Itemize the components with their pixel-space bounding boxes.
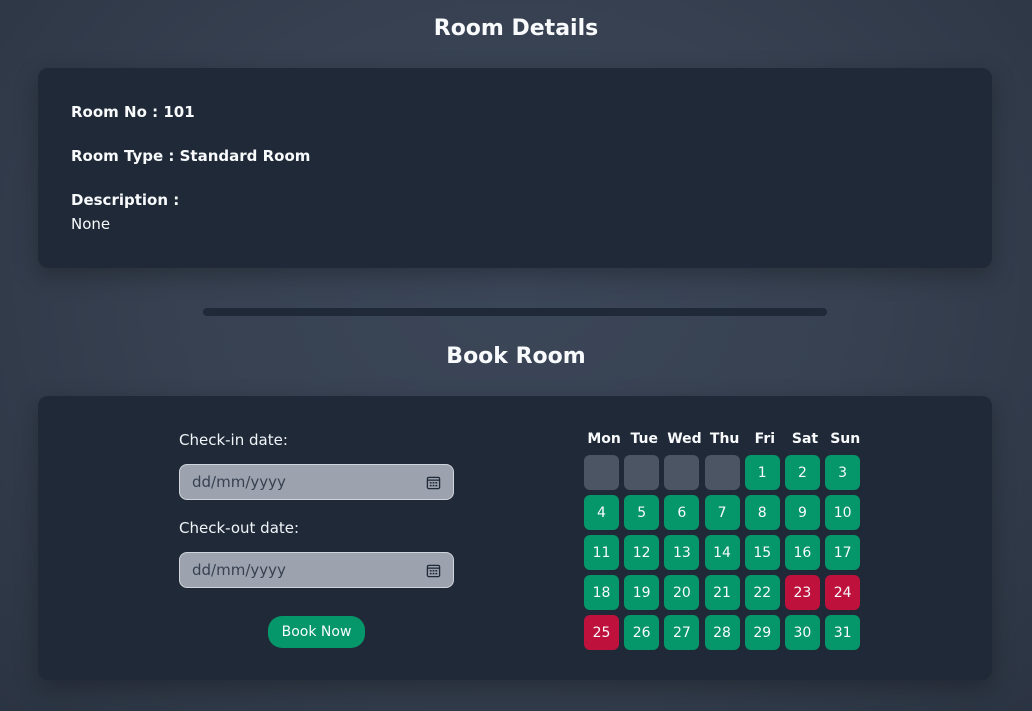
calendar-day-available[interactable]: 27 [664,615,700,650]
room-type: Room Type : Standard Room [71,147,311,165]
weekday-mon: Mon [587,431,621,447]
description-value: None [71,215,111,233]
checkin-placeholder: dd/mm/yyyy [192,473,286,491]
calendar-day-booked[interactable]: 23 [784,575,820,610]
calendar-day-available[interactable]: 26 [624,615,660,650]
book-now-button[interactable]: Book Now [268,616,365,648]
calendar-day-available[interactable]: 6 [664,495,700,530]
calendar-day-available[interactable]: 11 [584,535,619,570]
calendar-day-available[interactable]: 13 [664,535,700,570]
checkin-label: Check-in date: [179,431,288,449]
calendar-day-available[interactable]: 15 [744,535,780,570]
calendar-day-available[interactable]: 5 [624,495,660,530]
calendar-day-available[interactable]: 9 [784,495,820,530]
weekday-sat: Sat [791,431,819,447]
calendar-day-available[interactable]: 3 [825,455,861,490]
weekday-wed: Wed [667,431,702,447]
calendar-day-available[interactable]: 21 [704,575,740,610]
calendar-empty-cell [664,455,700,490]
calendar-day-available[interactable]: 4 [584,495,619,530]
calendar-day-available[interactable]: 20 [664,575,700,610]
calendar-icon[interactable] [426,475,441,490]
calendar-day-available[interactable]: 22 [744,575,780,610]
checkin-date-input[interactable]: dd/mm/yyyy [179,464,454,500]
calendar-day-available[interactable]: 17 [825,535,861,570]
calendar-grid: 1 2 3 4 5 6 7 8 9 10 11 12 13 14 15 16 17 18 19 20 21 22 23 24 2… [584,455,864,650]
calendar-day-available[interactable]: 10 [825,495,861,530]
calendar-day-available[interactable]: 31 [825,615,861,650]
weekday-tue: Tue [630,431,659,447]
calendar-empty-cell [584,455,619,490]
calendar-day-available[interactable]: 12 [624,535,660,570]
checkout-label: Check-out date: [179,519,300,537]
calendar-empty-cell [704,455,740,490]
checkout-date-input[interactable]: dd/mm/yyyy [179,552,454,588]
calendar-day-available[interactable]: 16 [784,535,820,570]
calendar-day-available[interactable]: 14 [704,535,740,570]
calendar-weekday-header: Mon Tue Wed Thu Fri Sat Sun [584,430,864,450]
calendar-day-available[interactable]: 2 [784,455,820,490]
calendar-day-available[interactable]: 29 [744,615,780,650]
weekday-sun: Sun [830,431,861,447]
calendar-day-booked[interactable]: 25 [584,615,619,650]
calendar-day-available[interactable]: 28 [704,615,740,650]
booking-card: Check-in date: dd/mm/yyyy Check-out date… [38,396,992,680]
calendar-icon[interactable] [426,563,441,578]
section-divider [203,308,827,316]
book-room-heading: Book Room [446,344,586,369]
description-label: Description : [71,191,180,209]
weekday-fri: Fri [754,431,776,447]
checkout-placeholder: dd/mm/yyyy [192,561,286,579]
calendar-empty-cell [624,455,660,490]
weekday-thu: Thu [709,431,740,447]
calendar-day-available[interactable]: 30 [784,615,820,650]
calendar-day-available[interactable]: 18 [584,575,619,610]
room-number: Room No : 101 [71,103,195,121]
calendar-day-available[interactable]: 1 [744,455,780,490]
room-details-card: Room No : 101 Room Type : Standard Room … [38,68,992,268]
calendar-day-available[interactable]: 7 [704,495,740,530]
room-details-heading: Room Details [433,16,599,41]
calendar-day-available[interactable]: 8 [744,495,780,530]
calendar-day-available[interactable]: 19 [624,575,660,610]
calendar-day-booked[interactable]: 24 [825,575,861,610]
availability-calendar: Mon Tue Wed Thu Fri Sat Sun 1 2 3 4 5 6 7 8 9 10 11 12 13 1… [584,430,864,650]
